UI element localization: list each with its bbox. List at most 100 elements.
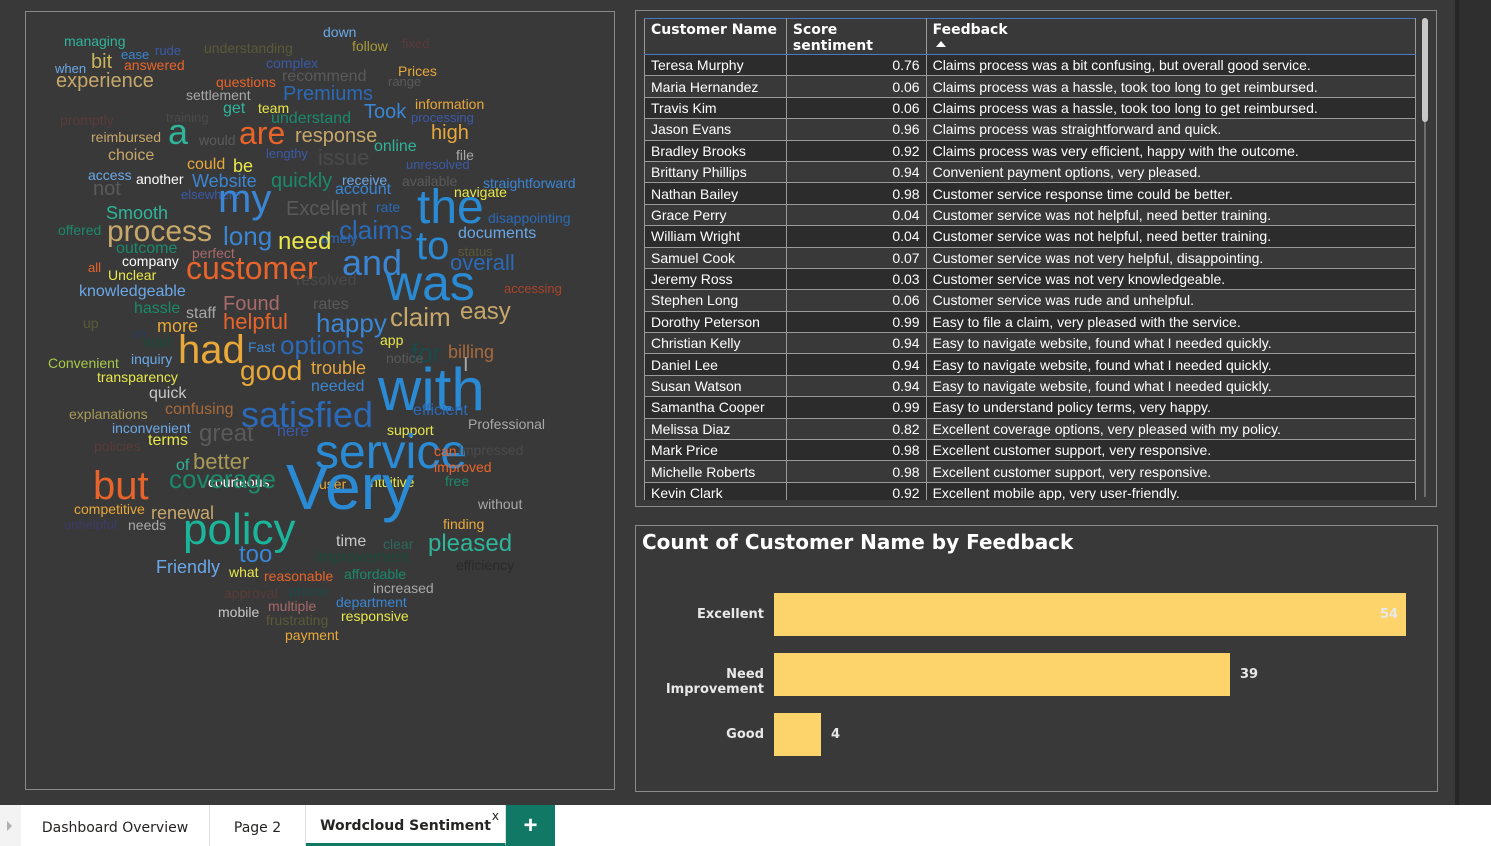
word-pleased[interactable]: pleased <box>428 532 512 556</box>
word-multiple[interactable]: multiple <box>268 599 316 613</box>
table-row[interactable]: Susan Watson 0.94 Easy to navigate website… <box>644 374 1416 398</box>
word-without[interactable]: without <box>478 497 522 511</box>
table-row[interactable]: Stephen Long 0.06 Customer service was rud… <box>644 289 1416 312</box>
word-needs[interactable]: needs <box>128 518 166 532</box>
word-promptly[interactable]: promptly <box>60 113 114 127</box>
scroll-tabs-left-icon[interactable] <box>0 805 21 846</box>
word-reasonable[interactable]: reasonable <box>264 569 333 583</box>
word-issue[interactable]: issue <box>318 147 369 169</box>
table-row[interactable]: Mark Price 0.98 Excellent customer support… <box>644 439 1416 462</box>
word-affordable[interactable]: affordable <box>344 567 406 581</box>
word-follow[interactable]: follow <box>352 39 388 53</box>
word-wait[interactable]: wait <box>143 335 171 351</box>
word-are[interactable]: are <box>239 117 285 149</box>
table-row[interactable]: Maria Hernandez 0.06 Claims process was a … <box>644 75 1416 98</box>
word-efficiency[interactable]: efficiency <box>456 558 514 572</box>
word-range[interactable]: range <box>388 75 421 88</box>
word-down[interactable]: down <box>323 25 356 39</box>
column-header-feedback[interactable]: Feedback <box>925 18 1416 55</box>
table-row[interactable]: Jason Evans 0.96 Claims process was straig… <box>644 118 1416 141</box>
word-choice[interactable]: choice <box>108 148 154 164</box>
word-professional[interactable]: Professional <box>468 417 545 431</box>
table-row[interactable]: Brittany Phillips 0.94 Convenient payment … <box>644 160 1416 184</box>
add-page-button[interactable]: + <box>506 805 555 846</box>
word-unhelpful[interactable]: unhelpful <box>64 518 117 531</box>
word-disappointing[interactable]: disappointing <box>488 211 571 225</box>
tab-wordcloud-sentiment[interactable]: Wordcloud Sentiment x <box>306 805 506 846</box>
pane-divider[interactable] <box>1455 0 1459 805</box>
word-great[interactable]: great <box>199 422 254 446</box>
word-payment[interactable]: payment <box>285 628 339 642</box>
word-needed[interactable]: needed <box>311 379 364 395</box>
word-another[interactable]: another <box>136 172 183 186</box>
table-row[interactable]: William Wright 0.04 Customer service was n… <box>644 225 1416 248</box>
word-inquiry[interactable]: inquiry <box>131 352 172 366</box>
tab-dashboard-overview[interactable]: Dashboard Overview <box>21 805 210 846</box>
bar-chart-visual[interactable]: Count of Customer Name by Feedback Excel… <box>635 525 1438 792</box>
table-row[interactable]: Daniel Lee 0.94 Easy to navigate website, … <box>644 353 1416 376</box>
word-up[interactable]: up <box>83 316 99 330</box>
word-knowledgeable[interactable]: knowledgeable <box>79 284 186 300</box>
wordcloud-visual[interactable]: managing ease rude understanding down follow f… <box>25 11 615 790</box>
word-unclear[interactable]: Unclear <box>108 268 156 282</box>
word-took[interactable]: Took <box>364 102 406 122</box>
table-scrollbar-thumb[interactable] <box>1422 18 1428 122</box>
word-response[interactable]: response <box>295 126 377 146</box>
word-finding[interactable]: finding <box>443 517 484 531</box>
word-mobile[interactable]: mobile <box>218 605 259 619</box>
word-good[interactable]: good <box>240 357 302 385</box>
word-time[interactable]: time <box>336 534 366 550</box>
word-app[interactable]: app <box>380 333 403 347</box>
word-accessing[interactable]: accessing <box>504 282 562 295</box>
word-coverage[interactable]: coverage <box>169 466 276 492</box>
word-but[interactable]: but <box>93 466 149 506</box>
table-row[interactable]: Christian Kelly 0.94 Easy to navigate webs… <box>644 332 1416 355</box>
word-improved[interactable]: improved <box>434 460 492 474</box>
table-row[interactable]: Bradley Brooks 0.92 Claims process was ver… <box>644 139 1416 162</box>
word-convenient[interactable]: Convenient <box>48 356 119 370</box>
table-visual[interactable]: Customer Name Score sentiment Feedback T… <box>635 10 1437 507</box>
word-offered[interactable]: offered <box>58 223 101 237</box>
bar-excellent[interactable] <box>774 593 1406 636</box>
word-easy[interactable]: easy <box>460 300 511 324</box>
word-rate[interactable]: rate <box>376 200 400 214</box>
word-understanding[interactable]: understanding <box>204 41 293 55</box>
word-department[interactable]: department <box>336 595 407 609</box>
table-row[interactable]: Nathan Bailey 0.98 Customer service respon… <box>644 182 1416 205</box>
word-had[interactable]: had <box>178 330 245 370</box>
word-premiums[interactable]: Premiums <box>283 84 373 104</box>
word-responsive[interactable]: responsive <box>341 609 409 623</box>
word-account[interactable]: account <box>335 182 391 198</box>
word-bit[interactable]: bit <box>91 52 112 72</box>
table-row[interactable]: Melissa Diaz 0.82 Excellent coverage optio… <box>644 417 1416 441</box>
word-managing[interactable]: managing <box>64 34 126 48</box>
word-improvement[interactable]: improvement <box>316 550 408 566</box>
table-row[interactable]: Travis Kim 0.06 Claims process was a hassl… <box>644 96 1416 120</box>
word-a[interactable]: a <box>168 114 188 150</box>
table-row[interactable]: Jeremy Ross 0.03 Customer service was not … <box>644 267 1416 291</box>
bar-good[interactable] <box>774 713 821 756</box>
word-transparency[interactable]: transparency <box>97 370 178 384</box>
word-what[interactable]: what <box>229 565 259 579</box>
word-can[interactable]: can <box>434 444 457 458</box>
bar-need-improvement[interactable] <box>774 653 1230 696</box>
word-online[interactable]: online <box>374 139 417 155</box>
word-unresolved[interactable]: unresolved <box>406 158 470 171</box>
table-row[interactable]: Samuel Cook 0.07 Customer service was not … <box>644 246 1416 269</box>
word-free[interactable]: free <box>445 474 469 488</box>
word-company[interactable]: company <box>122 254 179 268</box>
word-information[interactable]: information <box>415 97 484 111</box>
table-row[interactable]: Michelle Roberts 0.98 Excellent customer s… <box>644 460 1416 483</box>
word-trouble[interactable]: trouble <box>311 359 366 377</box>
word-my[interactable]: my <box>218 179 271 219</box>
word-claim[interactable]: claim <box>390 304 451 330</box>
word-very[interactable]: Very <box>286 455 414 519</box>
word-explanations[interactable]: explanations <box>69 407 148 421</box>
table-row[interactable]: Samantha Cooper 0.99 Easy to understand po… <box>644 396 1416 419</box>
table-row[interactable]: Dorothy Peterson 0.99 Easy to file a claim… <box>644 310 1416 334</box>
word-fixed[interactable]: fixed <box>402 37 429 50</box>
word-rude[interactable]: rude <box>155 44 181 57</box>
word-increased[interactable]: increased <box>373 581 434 595</box>
close-tab-icon[interactable]: x <box>492 809 499 823</box>
word-fast[interactable]: Fast <box>248 340 275 354</box>
